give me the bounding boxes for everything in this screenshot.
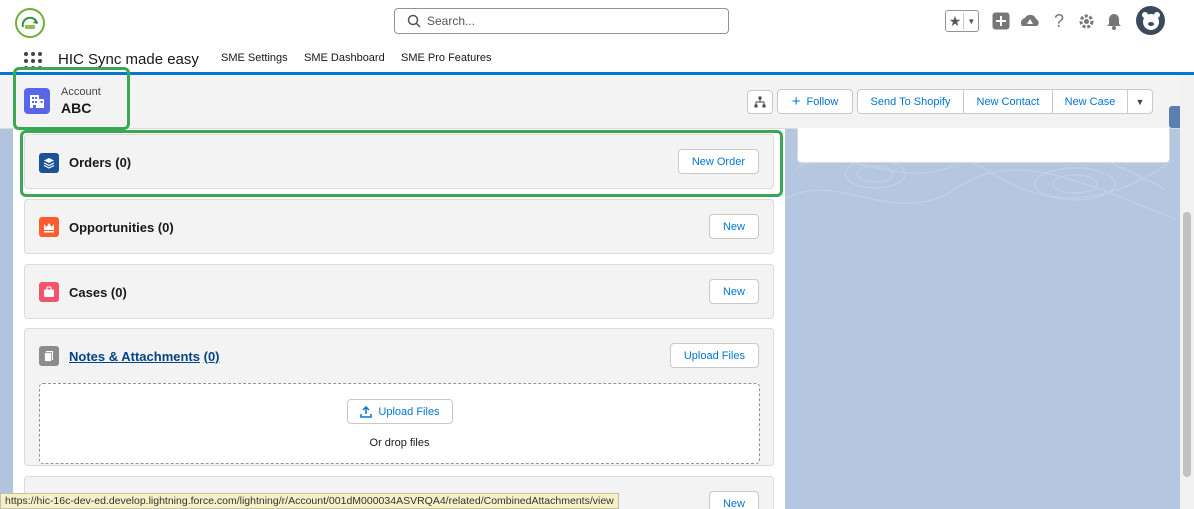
nav-item-sme-dashboard[interactable]: SME Dashboard [304,52,385,64]
search-icon [407,14,421,28]
notes-attachments-related-list: Notes & Attachments (0) Upload Files Upl… [24,328,774,466]
avatar[interactable] [1136,6,1165,35]
status-bar-url: https://hic-16c-dev-ed.develop.lightning… [0,493,619,509]
crown-icon [39,217,59,237]
drop-files-text: Or drop files [369,437,430,449]
upload-icon [360,405,373,418]
new-case-button[interactable]: New Case [1052,89,1127,114]
page-scrollbar[interactable] [1180,75,1194,509]
notes-attachments-link[interactable]: Notes & Attachments [69,349,200,364]
dropzone-upload-label: Upload Files [378,405,440,418]
new-opportunity-button[interactable]: New [708,214,759,239]
app-logo-icon[interactable] [14,7,46,39]
search-input[interactable] [427,14,707,28]
opportunities-related-list: Opportunities (0) New [24,199,774,254]
right-panel-card [797,128,1170,163]
send-to-shopify-button[interactable]: Send To Shopify [857,89,963,114]
help-icon[interactable]: ? [1050,10,1068,32]
star-icon: ★ [949,12,965,30]
view-hierarchy-button[interactable] [747,90,773,114]
favorites-button[interactable]: ★ ▼ [945,10,979,32]
nav-item-sme-pro-features[interactable]: SME Pro Features [401,52,491,64]
gear-icon[interactable] [1076,10,1096,32]
global-header: ★ ▼ ? [0,0,1194,44]
next-new-button[interactable]: New [708,491,759,509]
upload-files-button[interactable]: Upload Files [669,343,759,368]
app-name: HIC Sync made easy [58,51,199,68]
bell-icon[interactable] [1104,10,1124,32]
dropzone-upload-files-button[interactable]: Upload Files [347,399,453,424]
cases-related-list: Cases (0) New [24,264,774,319]
new-case-related-button[interactable]: New [708,279,759,304]
global-search[interactable] [394,8,729,34]
right-column-background [785,129,1180,509]
global-actions-icon[interactable] [991,10,1011,32]
orders-highlight-box [20,130,783,197]
follow-label: Follow [806,95,839,108]
briefcase-icon [39,282,59,302]
cases-title: Cases (0) [69,285,127,300]
plus-icon: + [791,93,801,110]
scrollbar-thumb[interactable] [1183,212,1191,477]
notes-attachments-title[interactable]: Notes & Attachments (0) [69,349,220,364]
hierarchy-icon [754,96,766,108]
file-dropzone[interactable]: Upload Files Or drop files [39,383,760,464]
chevron-down-icon: ▼ [967,16,976,26]
app-navigation-bar: HIC Sync made easy SME Settings SME Dash… [0,44,1194,75]
notes-attachments-count[interactable]: (0) [204,349,220,364]
record-action-group: Send To Shopify New Contact New Case ▼ [857,89,1153,114]
document-icon [39,346,59,366]
side-panel-toggle[interactable] [1169,106,1180,128]
nav-item-sme-settings[interactable]: SME Settings [221,52,288,64]
account-highlight-box [13,67,130,130]
new-contact-button[interactable]: New Contact [963,89,1052,114]
follow-button[interactable]: + Follow [777,89,853,114]
chevron-down-icon: ▼ [1135,96,1145,107]
opportunities-title: Opportunities (0) [69,220,174,235]
more-actions-button[interactable]: ▼ [1127,89,1153,114]
trailhead-icon[interactable] [1019,10,1041,32]
